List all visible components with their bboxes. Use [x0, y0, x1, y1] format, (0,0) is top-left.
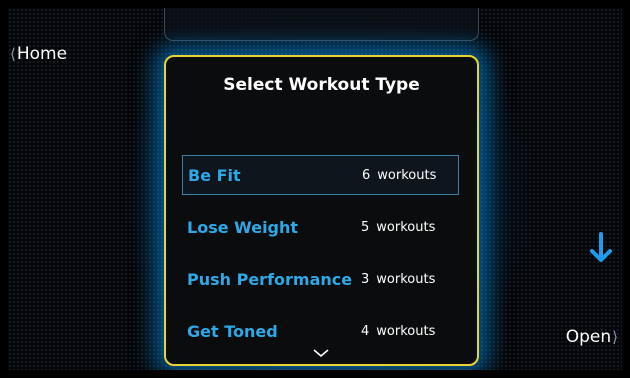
screen: ⟨ Home Select Workout Type Be Fit 6 worko…	[8, 8, 622, 370]
workout-type-get-toned[interactable]: Get Toned 4 workouts	[182, 311, 459, 351]
workout-type-lose-weight[interactable]: Lose Weight 5 workouts	[182, 207, 459, 247]
home-button[interactable]: ⟨ Home	[10, 44, 67, 64]
workout-type-name: Push Performance	[187, 269, 353, 289]
workout-count: 6 workouts	[362, 167, 437, 183]
workout-count: 3 workouts	[361, 271, 436, 287]
workout-count: 4 workouts	[361, 323, 436, 339]
home-label: Home	[16, 44, 68, 64]
workout-type-name: Lose Weight	[187, 217, 299, 237]
arrow-down-icon[interactable]	[588, 231, 614, 265]
open-label: Open	[565, 327, 612, 347]
dialog-title: Select Workout Type	[223, 75, 420, 95]
workout-type-name: Be Fit	[188, 165, 241, 185]
chevron-right-icon: ⟩	[612, 328, 618, 346]
chevron-down-icon[interactable]	[312, 347, 330, 359]
workout-type-name: Get Toned	[187, 321, 278, 341]
select-workout-dialog: Select Workout Type Be Fit 6 workouts Los…	[164, 55, 479, 366]
previous-panel	[164, 8, 479, 41]
chevron-left-icon: ⟨	[10, 45, 16, 63]
open-button[interactable]: Open ⟩	[566, 327, 618, 347]
workout-count: 5 workouts	[361, 219, 436, 235]
workout-type-be-fit[interactable]: Be Fit 6 workouts	[182, 155, 459, 195]
workout-type-push-performance[interactable]: Push Performance 3 workouts	[182, 259, 459, 299]
